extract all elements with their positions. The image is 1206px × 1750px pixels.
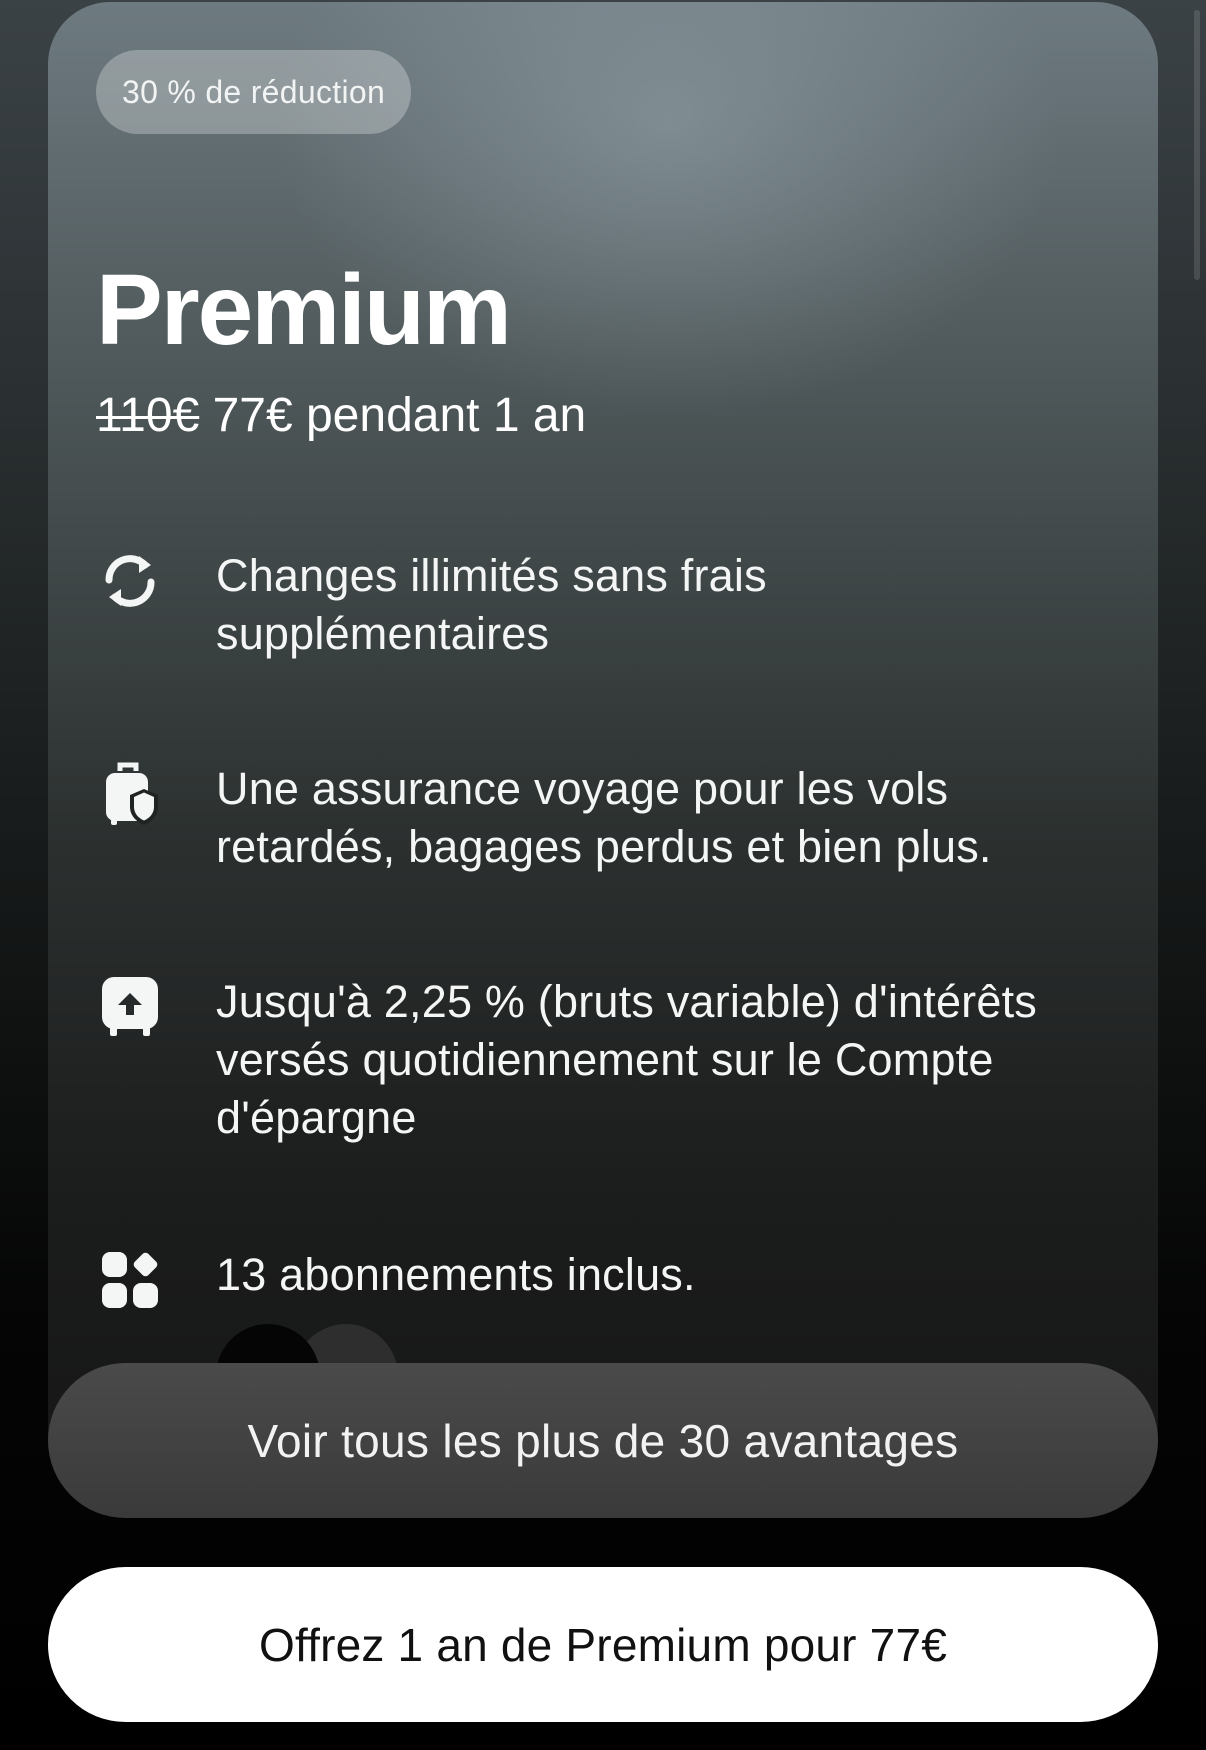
feature-text: 13 abonnements inclus. bbox=[216, 1249, 696, 1300]
savings-icon bbox=[96, 973, 164, 1041]
feature-text: Jusqu'à 2,25 % (bruts variable) d'intérê… bbox=[216, 976, 1037, 1143]
luggage-shield-icon bbox=[96, 760, 164, 828]
exchange-icon bbox=[96, 547, 164, 615]
scrollbar[interactable] bbox=[1194, 10, 1200, 280]
see-all-benefits-button[interactable]: Voir tous les plus de 30 avantages bbox=[48, 1363, 1158, 1518]
discount-badge: 30 % de réduction bbox=[96, 50, 412, 134]
feature-item-subscriptions: 13 abonnements inclus. bbox=[96, 1246, 1106, 1314]
premium-plan-card: 30 % de réduction Premium 110€ 77€ penda… bbox=[48, 2, 1158, 1502]
feature-item-travel-insurance: Une assurance voyage pour les vols retar… bbox=[96, 760, 1106, 876]
new-price: 77€ pendant 1 an bbox=[212, 389, 587, 442]
old-price: 110€ bbox=[96, 389, 200, 442]
apps-icon bbox=[96, 1246, 164, 1314]
gift-premium-button[interactable]: Offrez 1 an de Premium pour 77€ bbox=[48, 1567, 1158, 1722]
feature-item-savings: Jusqu'à 2,25 % (bruts variable) d'intérê… bbox=[96, 973, 1106, 1147]
screen: 30 % de réduction Premium 110€ 77€ penda… bbox=[0, 0, 1206, 1750]
feature-text: Changes illimités sans frais supplémenta… bbox=[216, 550, 767, 659]
feature-text: Une assurance voyage pour les vols retar… bbox=[216, 763, 992, 872]
feature-item-exchange: Changes illimités sans frais supplémenta… bbox=[96, 547, 1106, 663]
plan-title: Premium bbox=[96, 254, 512, 366]
plan-price: 110€ 77€ pendant 1 an bbox=[96, 392, 586, 440]
